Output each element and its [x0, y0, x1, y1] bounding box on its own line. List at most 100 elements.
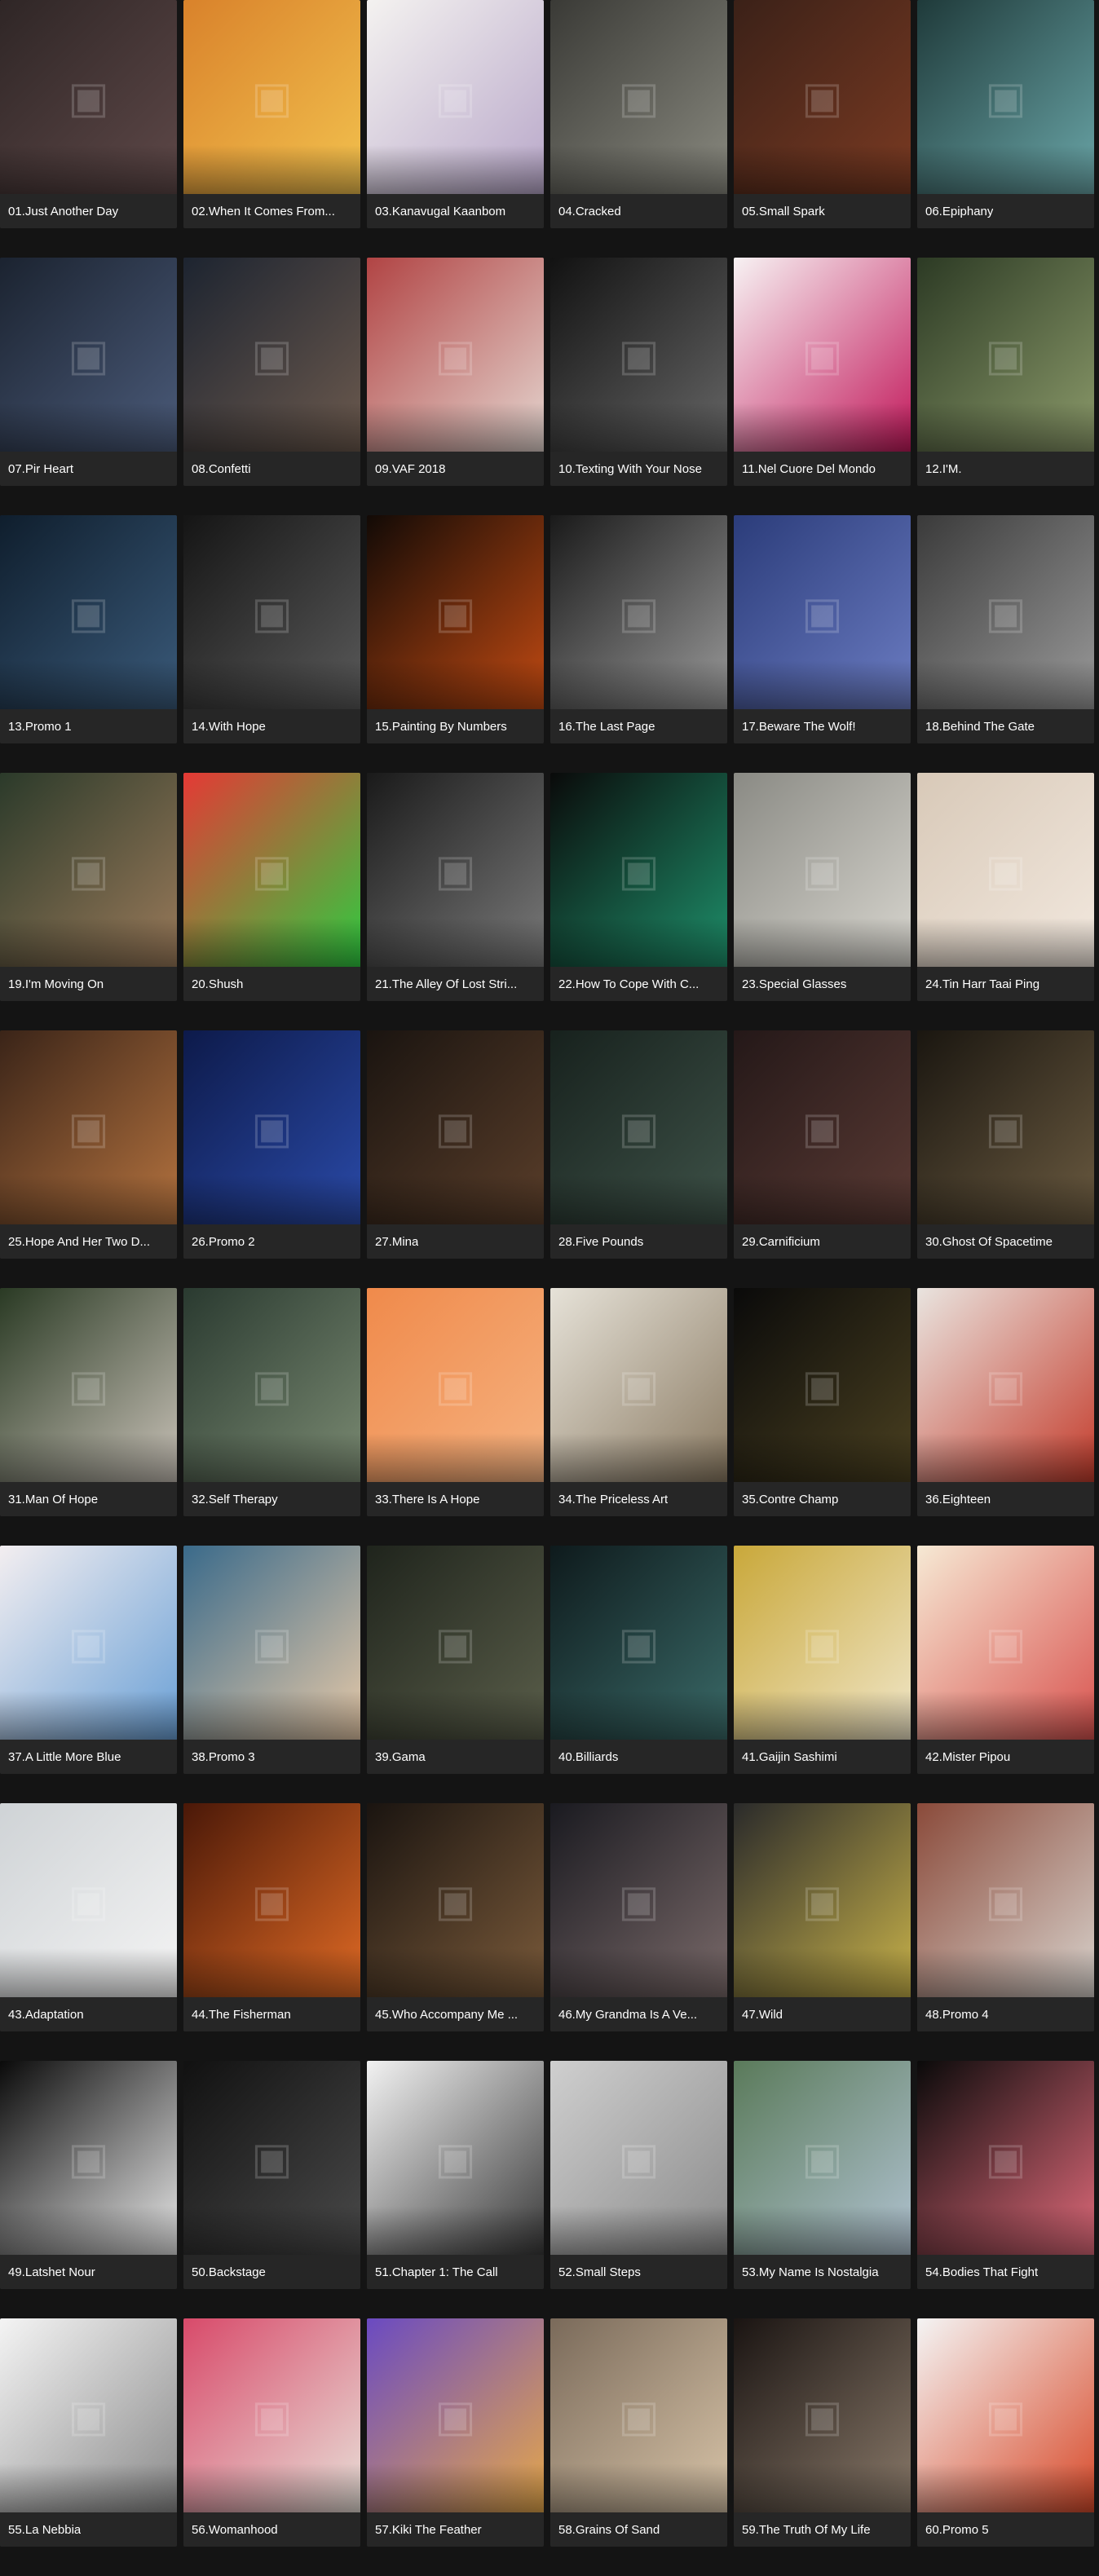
- film-poster[interactable]: ▣: [367, 1288, 544, 1482]
- film-title[interactable]: 37.A Little More Blue: [8, 1750, 121, 1764]
- film-tile[interactable]: ▣ 09.VAF 2018: [367, 258, 544, 486]
- film-title[interactable]: 16.The Last Page: [558, 720, 655, 734]
- film-caption[interactable]: 57.Kiki The Feather: [367, 2512, 544, 2547]
- film-tile[interactable]: ▣ 46.My Grandma Is A Ve...: [550, 1803, 727, 2031]
- film-poster[interactable]: ▣: [367, 2318, 544, 2512]
- film-poster[interactable]: ▣: [734, 258, 911, 452]
- film-caption[interactable]: 49.Latshet Nour: [0, 2255, 177, 2289]
- film-caption[interactable]: 25.Hope And Her Two D...: [0, 1224, 177, 1259]
- film-poster[interactable]: ▣: [183, 1803, 360, 1997]
- film-title[interactable]: 50.Backstage: [192, 2265, 266, 2279]
- film-poster[interactable]: ▣: [183, 1288, 360, 1482]
- film-tile[interactable]: ▣ 32.Self Therapy: [183, 1288, 360, 1516]
- film-caption[interactable]: 17.Beware The Wolf!: [734, 709, 911, 743]
- film-tile[interactable]: ▣ 33.There Is A Hope: [367, 1288, 544, 1516]
- film-caption[interactable]: 52.Small Steps: [550, 2255, 727, 2289]
- film-title[interactable]: 42.Mister Pipou: [925, 1750, 1010, 1764]
- film-caption[interactable]: 35.Contre Champ: [734, 1482, 911, 1516]
- film-tile[interactable]: ▣ 11.Nel Cuore Del Mondo: [734, 258, 911, 486]
- film-tile[interactable]: ▣ 38.Promo 3: [183, 1546, 360, 1774]
- film-caption[interactable]: 08.Confetti: [183, 452, 360, 486]
- film-caption[interactable]: 41.Gaijin Sashimi: [734, 1740, 911, 1774]
- film-tile[interactable]: ▣ 31.Man Of Hope: [0, 1288, 177, 1516]
- film-caption[interactable]: 19.I'm Moving On: [0, 967, 177, 1001]
- film-poster[interactable]: ▣: [183, 2061, 360, 2255]
- film-poster[interactable]: ▣: [917, 0, 1094, 194]
- film-title[interactable]: 10.Texting With Your Nose: [558, 462, 702, 476]
- film-caption[interactable]: 45.Who Accompany Me ...: [367, 1997, 544, 2031]
- film-caption[interactable]: 14.With Hope: [183, 709, 360, 743]
- film-title[interactable]: 27.Mina: [375, 1235, 418, 1249]
- film-tile[interactable]: ▣ 13.Promo 1: [0, 515, 177, 743]
- film-caption[interactable]: 26.Promo 2: [183, 1224, 360, 1259]
- film-title[interactable]: 56.Womanhood: [192, 2523, 278, 2537]
- film-caption[interactable]: 30.Ghost Of Spacetime: [917, 1224, 1094, 1259]
- film-poster[interactable]: ▣: [734, 1030, 911, 1224]
- film-caption[interactable]: 51.Chapter 1: The Call: [367, 2255, 544, 2289]
- film-title[interactable]: 09.VAF 2018: [375, 462, 445, 476]
- film-caption[interactable]: 04.Cracked: [550, 194, 727, 228]
- film-caption[interactable]: 16.The Last Page: [550, 709, 727, 743]
- film-title[interactable]: 32.Self Therapy: [192, 1493, 278, 1506]
- film-title[interactable]: 24.Tin Harr Taai Ping: [925, 977, 1039, 991]
- film-tile[interactable]: ▣ 17.Beware The Wolf!: [734, 515, 911, 743]
- film-title[interactable]: 22.How To Cope With C...: [558, 977, 699, 991]
- film-title[interactable]: 25.Hope And Her Two D...: [8, 1235, 150, 1249]
- film-title[interactable]: 35.Contre Champ: [742, 1493, 838, 1506]
- film-caption[interactable]: 05.Small Spark: [734, 194, 911, 228]
- film-caption[interactable]: 48.Promo 4: [917, 1997, 1094, 2031]
- film-poster[interactable]: ▣: [550, 2318, 727, 2512]
- film-caption[interactable]: 36.Eighteen: [917, 1482, 1094, 1516]
- film-tile[interactable]: ▣ 58.Grains Of Sand: [550, 2318, 727, 2547]
- film-poster[interactable]: ▣: [0, 258, 177, 452]
- film-caption[interactable]: 42.Mister Pipou: [917, 1740, 1094, 1774]
- film-tile[interactable]: ▣ 42.Mister Pipou: [917, 1546, 1094, 1774]
- film-tile[interactable]: ▣ 54.Bodies That Fight: [917, 2061, 1094, 2289]
- film-title[interactable]: 39.Gama: [375, 1750, 426, 1764]
- film-poster[interactable]: ▣: [734, 2061, 911, 2255]
- film-title[interactable]: 28.Five Pounds: [558, 1235, 643, 1249]
- film-caption[interactable]: 02.When It Comes From...: [183, 194, 360, 228]
- film-caption[interactable]: 29.Carnificium: [734, 1224, 911, 1259]
- film-caption[interactable]: 32.Self Therapy: [183, 1482, 360, 1516]
- film-caption[interactable]: 55.La Nebbia: [0, 2512, 177, 2547]
- film-title[interactable]: 07.Pir Heart: [8, 462, 73, 476]
- film-title[interactable]: 46.My Grandma Is A Ve...: [558, 2008, 697, 2022]
- film-caption[interactable]: 13.Promo 1: [0, 709, 177, 743]
- film-tile[interactable]: ▣ 60.Promo 5: [917, 2318, 1094, 2547]
- film-tile[interactable]: ▣ 56.Womanhood: [183, 2318, 360, 2547]
- film-tile[interactable]: ▣ 44.The Fisherman: [183, 1803, 360, 2031]
- film-caption[interactable]: 24.Tin Harr Taai Ping: [917, 967, 1094, 1001]
- film-poster[interactable]: ▣: [917, 1288, 1094, 1482]
- film-tile[interactable]: ▣ 27.Mina: [367, 1030, 544, 1259]
- film-poster[interactable]: ▣: [183, 773, 360, 967]
- film-title[interactable]: 02.When It Comes From...: [192, 205, 335, 218]
- film-title[interactable]: 38.Promo 3: [192, 1750, 255, 1764]
- film-title[interactable]: 47.Wild: [742, 2008, 783, 2022]
- film-caption[interactable]: 44.The Fisherman: [183, 1997, 360, 2031]
- film-tile[interactable]: ▣ 06.Epiphany: [917, 0, 1094, 228]
- film-title[interactable]: 01.Just Another Day: [8, 205, 118, 218]
- film-title[interactable]: 36.Eighteen: [925, 1493, 991, 1506]
- film-title[interactable]: 03.Kanavugal Kaanbom: [375, 205, 505, 218]
- film-title[interactable]: 59.The Truth Of My Life: [742, 2523, 871, 2537]
- film-caption[interactable]: 11.Nel Cuore Del Mondo: [734, 452, 911, 486]
- film-poster[interactable]: ▣: [183, 0, 360, 194]
- film-poster[interactable]: ▣: [367, 0, 544, 194]
- film-tile[interactable]: ▣ 20.Shush: [183, 773, 360, 1001]
- film-poster[interactable]: ▣: [0, 0, 177, 194]
- film-poster[interactable]: ▣: [367, 1546, 544, 1740]
- film-poster[interactable]: ▣: [550, 1288, 727, 1482]
- film-tile[interactable]: ▣ 07.Pir Heart: [0, 258, 177, 486]
- film-poster[interactable]: ▣: [917, 2061, 1094, 2255]
- film-poster[interactable]: ▣: [183, 258, 360, 452]
- film-caption[interactable]: 31.Man Of Hope: [0, 1482, 177, 1516]
- film-tile[interactable]: ▣ 50.Backstage: [183, 2061, 360, 2289]
- film-tile[interactable]: ▣ 16.The Last Page: [550, 515, 727, 743]
- film-caption[interactable]: 34.The Priceless Art: [550, 1482, 727, 1516]
- film-tile[interactable]: ▣ 14.With Hope: [183, 515, 360, 743]
- film-tile[interactable]: ▣ 08.Confetti: [183, 258, 360, 486]
- film-poster[interactable]: ▣: [0, 1030, 177, 1224]
- film-poster[interactable]: ▣: [183, 1030, 360, 1224]
- film-title[interactable]: 31.Man Of Hope: [8, 1493, 98, 1506]
